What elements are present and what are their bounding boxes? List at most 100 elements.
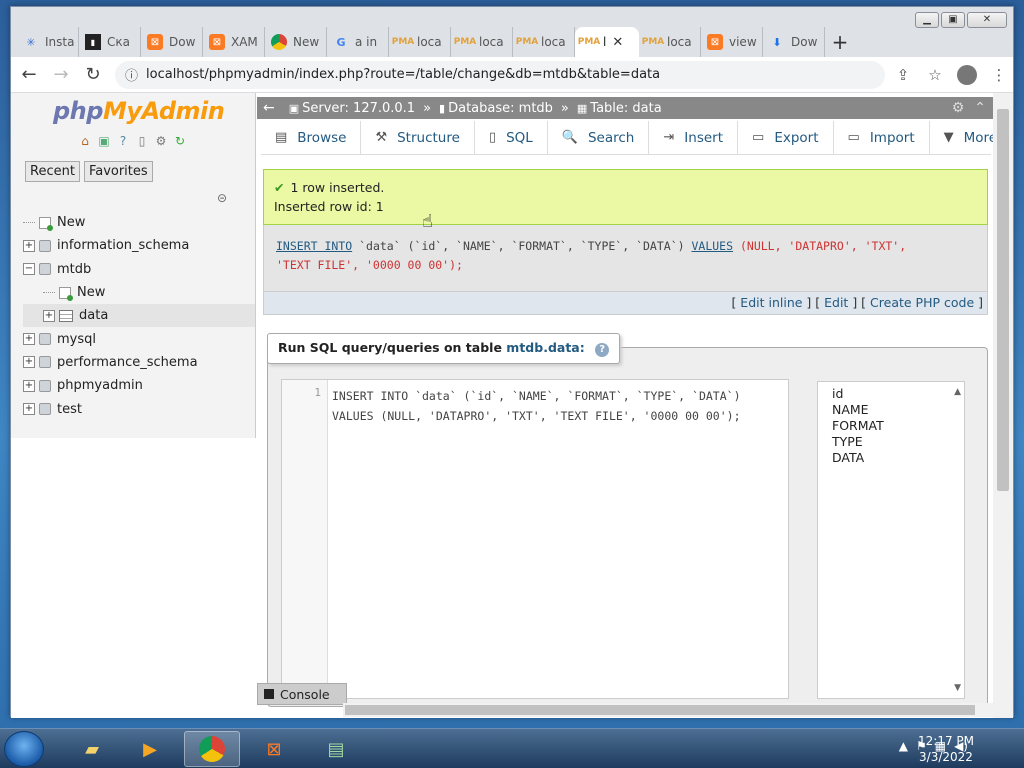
tree-item[interactable]: New [23, 281, 255, 304]
link-icon[interactable]: ⊝ [217, 191, 227, 205]
tree-item[interactable]: + test [23, 397, 255, 420]
edit-link[interactable]: Edit [824, 295, 848, 310]
gear-icon[interactable]: ⚙ [153, 133, 169, 149]
browser-tab[interactable]: Ga in [327, 27, 389, 57]
tree-item-label[interactable]: mysql [57, 332, 96, 347]
breadcrumb-database[interactable]: Database: mtdb [448, 101, 553, 116]
close-window-button[interactable]: ✕ [967, 12, 1007, 28]
back-button[interactable]: ← [15, 61, 43, 89]
scroll-up-icon[interactable]: ▲ [954, 384, 961, 400]
expand-icon[interactable]: + [23, 239, 35, 252]
tree-item-label[interactable]: New [57, 215, 85, 230]
close-tab-icon[interactable]: ✕ [612, 35, 623, 50]
edit-inline-link[interactable]: Edit inline [740, 295, 802, 310]
clock[interactable]: 12:17 PM 3/3/2022 [918, 733, 974, 765]
collapse-arrow-icon[interactable]: ← [263, 100, 275, 116]
maximize-button[interactable]: ▣ [941, 12, 965, 28]
breadcrumb-server[interactable]: Server: 127.0.0.1 [302, 101, 415, 116]
browser-tab[interactable]: ⊠ XAM [203, 27, 265, 57]
query-values-kw[interactable]: VALUES [691, 239, 733, 253]
address-bar[interactable]: ⓘ localhost/phpmyadmin/index.php?route=/… [115, 60, 885, 89]
column-option[interactable]: TYPE [832, 434, 950, 450]
reload-button[interactable]: ↻ [79, 61, 107, 89]
forward-button[interactable]: → [47, 61, 75, 89]
media-player-icon[interactable]: ▶ [122, 731, 178, 767]
breadcrumb-table[interactable]: Table: data [590, 101, 661, 116]
expand-icon[interactable]: + [43, 309, 55, 322]
site-info-icon[interactable]: ⓘ [125, 65, 138, 84]
chrome-taskbar-icon[interactable] [184, 731, 240, 767]
scroll-down-icon[interactable]: ▼ [954, 680, 961, 696]
expand-icon[interactable]: + [23, 379, 35, 392]
column-option[interactable]: id [832, 386, 950, 402]
start-button[interactable] [4, 731, 44, 767]
tree-item-label[interactable]: phpmyadmin [57, 378, 143, 393]
new-tab-button[interactable]: + [825, 27, 855, 57]
tree-item-label[interactable]: New [77, 285, 105, 300]
collapse-top-icon[interactable]: ⌃ [974, 100, 986, 116]
create-php-code-link[interactable]: Create PHP code [870, 295, 974, 310]
tree-item-label[interactable]: performance_schema [57, 355, 198, 370]
help-icon[interactable]: ? [595, 343, 610, 357]
settings-gear-icon[interactable]: ⚙ [952, 100, 965, 116]
expand-icon[interactable]: + [23, 356, 35, 369]
menu-kebab-icon[interactable]: ⋮ [985, 61, 1013, 89]
docs-icon[interactable]: ▯ [134, 133, 150, 149]
horizontal-scrollbar[interactable] [343, 703, 993, 717]
tab-import[interactable]: ▭ Import [834, 120, 930, 155]
sql-code[interactable]: INSERT INTO `data` (`id`, `NAME`, `FORMA… [332, 386, 741, 426]
favorites-tab[interactable]: Favorites [83, 161, 153, 182]
tree-item[interactable]: + performance_schema [23, 351, 255, 374]
collapse-icon[interactable]: − [23, 263, 35, 276]
columns-list[interactable]: ▲ ▼ id NAME FORMAT TYPE DATA [817, 381, 965, 699]
phpmyadmin-logo[interactable]: phpMyAdmin [53, 97, 225, 125]
column-option[interactable]: FORMAT [832, 418, 950, 434]
browser-tab[interactable]: New [265, 27, 327, 57]
column-option[interactable]: DATA [832, 450, 950, 466]
tab-search[interactable]: 🔍 Search [548, 120, 650, 155]
browser-tab[interactable]: PMA loca [451, 27, 513, 57]
tree-item[interactable]: + phpmyadmin [23, 374, 255, 397]
console-tab[interactable]: Console [257, 683, 347, 705]
tree-item[interactable]: − mtdb [23, 258, 255, 281]
vertical-scrollbar[interactable] [993, 93, 1013, 718]
tree-item-label[interactable]: test [57, 402, 82, 417]
column-option[interactable]: NAME [832, 402, 950, 418]
recent-tab[interactable]: Recent [25, 161, 80, 182]
tree-item[interactable]: + mysql [23, 327, 255, 350]
explorer-icon[interactable]: ▰ [64, 731, 120, 767]
browser-tab[interactable]: PMA l ✕ [575, 27, 639, 57]
tab-structure[interactable]: ⚒ Structure [361, 120, 475, 155]
browser-tab[interactable]: PMA loca [639, 27, 701, 57]
expand-icon[interactable]: + [23, 333, 35, 346]
minimize-button[interactable]: ▁ [915, 12, 939, 28]
xampp-taskbar-icon[interactable]: ⊠ [246, 731, 302, 767]
tree-item[interactable]: + information_schema [23, 234, 255, 257]
tab-sql[interactable]: ▯ SQL [475, 120, 548, 155]
tree-item-label[interactable]: mtdb [57, 262, 91, 277]
share-icon[interactable]: ⇪ [889, 61, 917, 89]
browser-tab[interactable]: PMA loca [513, 27, 575, 57]
tree-item[interactable]: New [23, 211, 255, 234]
browser-tab[interactable]: ▮ Ска [79, 27, 141, 57]
notepad-taskbar-icon[interactable]: ▤ [308, 731, 364, 767]
sql-editor[interactable]: 1 INSERT INTO `data` (`id`, `NAME`, `FOR… [281, 379, 789, 699]
tray-arrow-icon[interactable]: ▲ [899, 739, 908, 753]
expand-icon[interactable]: + [23, 403, 35, 416]
profile-icon[interactable] [953, 61, 981, 89]
tree-item-label[interactable]: data [79, 308, 108, 323]
tab-export[interactable]: ▭ Export [738, 120, 834, 155]
browser-tab[interactable]: ⊠ Dow [141, 27, 203, 57]
browser-tab[interactable]: ⊠ view [701, 27, 763, 57]
logout-icon[interactable]: ▣ [96, 133, 112, 149]
refresh-icon[interactable]: ↻ [172, 133, 188, 149]
tab-browse[interactable]: ▤ Browse [261, 120, 362, 155]
tree-item-label[interactable]: information_schema [57, 238, 189, 253]
bookmark-star-icon[interactable]: ☆ [921, 61, 949, 89]
help-icon[interactable]: ? [115, 133, 131, 149]
query-insert-into[interactable]: INSERT INTO [276, 239, 352, 253]
tab-insert[interactable]: ⇥ Insert [649, 120, 739, 155]
tree-item[interactable]: + data [23, 304, 255, 328]
browser-tab[interactable]: PMA loca [389, 27, 451, 57]
home-icon[interactable]: ⌂ [77, 133, 93, 149]
